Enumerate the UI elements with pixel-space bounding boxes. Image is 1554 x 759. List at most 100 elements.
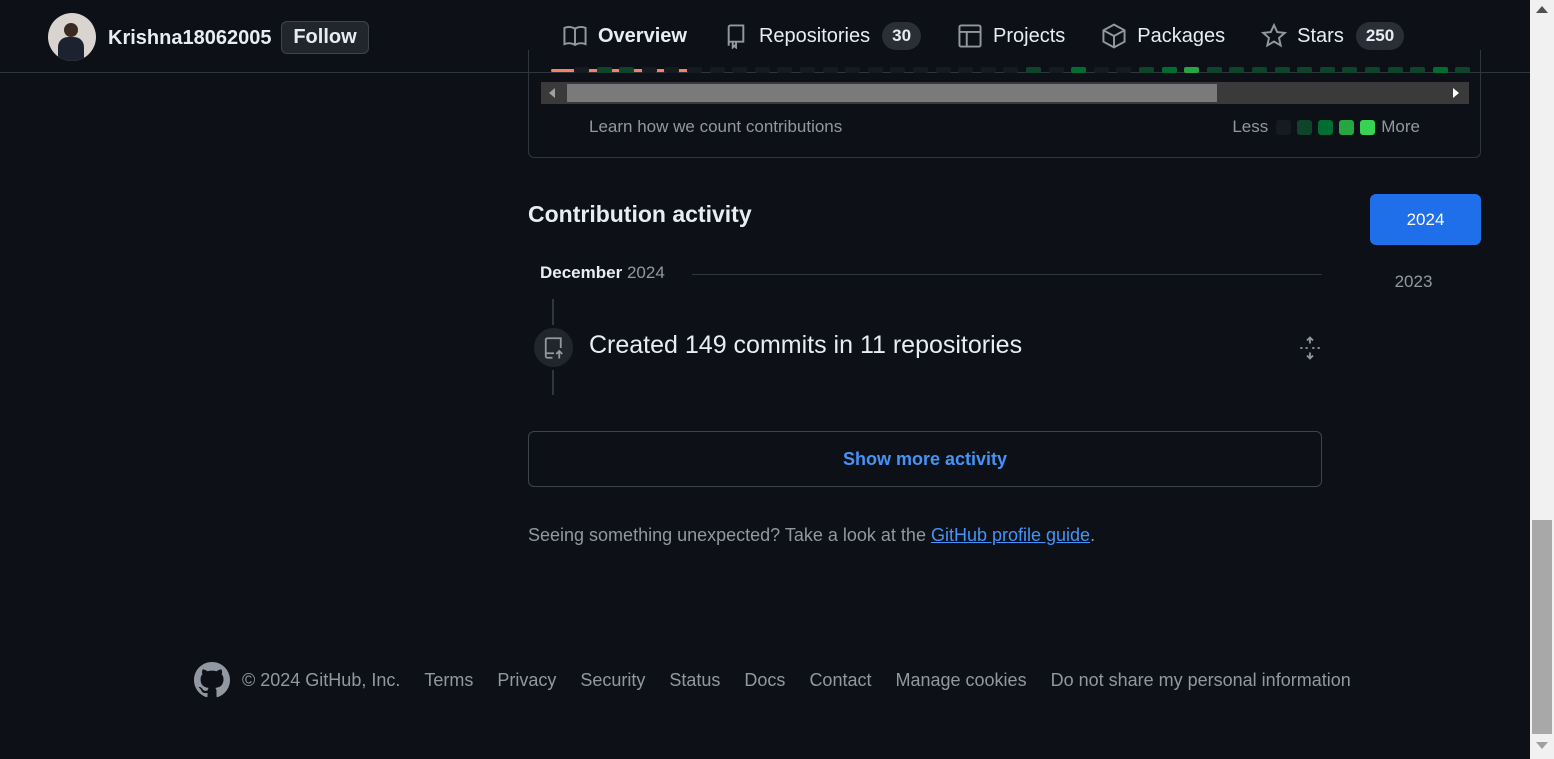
legend-level-3 (1339, 119, 1355, 135)
calendar-cell[interactable] (913, 67, 928, 73)
footer-link-manage-cookies[interactable]: Manage cookies (895, 670, 1026, 691)
calendar-cell[interactable] (1093, 67, 1109, 73)
legend-level-0 (1276, 119, 1292, 135)
page-footer: © 2024 GitHub, Inc. Terms Privacy Securi… (194, 662, 1351, 698)
calendar-cell[interactable] (732, 67, 748, 73)
footer-link-docs[interactable]: Docs (744, 670, 785, 691)
tab-packages-label: Packages (1137, 24, 1226, 47)
calendar-cell[interactable] (980, 67, 996, 73)
month-divider (692, 274, 1322, 275)
calendar-cell[interactable] (935, 67, 951, 73)
month-year: 2024 (626, 263, 665, 282)
calendar-cell[interactable] (1116, 67, 1132, 73)
tab-repositories-label: Repositories (758, 24, 871, 47)
learn-contributions-link[interactable]: Learn how we count contributions (589, 117, 842, 137)
footer-link-terms[interactable]: Terms (424, 670, 473, 691)
footer-copyright: © 2024 GitHub, Inc. (242, 669, 401, 690)
footer-link-do-not-share[interactable]: Do not share my personal information (1051, 670, 1351, 691)
show-more-activity-button[interactable]: Show more activity (528, 431, 1322, 487)
unexpected-suffix: . (1090, 525, 1096, 545)
calendar-cell[interactable] (1071, 67, 1087, 73)
calendar-horizontal-scrollbar[interactable] (541, 82, 1469, 104)
scroll-up-icon[interactable] (1536, 6, 1548, 13)
repo-push-icon (544, 336, 563, 359)
calendar-cell[interactable] (1206, 67, 1222, 73)
profile-guide-link[interactable]: GitHub profile guide (931, 525, 1090, 545)
calendar-cell[interactable] (1342, 67, 1358, 73)
calendar-cell[interactable] (1229, 67, 1245, 73)
scroll-left-icon[interactable] (549, 88, 555, 98)
tab-projects-label: Projects (993, 24, 1066, 47)
calendar-cell[interactable] (1319, 67, 1335, 73)
stars-count-badge: 250 (1355, 22, 1405, 50)
calendar-cell[interactable] (574, 67, 589, 73)
calendar-cell[interactable] (822, 67, 838, 73)
footer-link-status[interactable]: Status (669, 670, 720, 691)
calendar-cell[interactable] (890, 67, 906, 73)
calendar-cell[interactable] (1387, 67, 1403, 73)
avatar[interactable] (48, 13, 96, 61)
calendar-cell[interactable] (1184, 67, 1200, 73)
calendar-cell[interactable] (1048, 67, 1064, 73)
scroll-right-icon[interactable] (1453, 88, 1459, 98)
commit-summary[interactable]: Created 149 commits in 11 repositories (589, 331, 1022, 360)
calendar-cell[interactable] (1455, 67, 1471, 73)
activity-month-header: December 2024 (540, 263, 1322, 285)
page-vertical-scrollbar[interactable] (1530, 0, 1554, 759)
calendar-cell[interactable] (1365, 67, 1380, 73)
scrollbar-thumb[interactable] (567, 84, 1217, 102)
legend-less-label: Less (1232, 117, 1269, 136)
timeline-line-bottom (552, 370, 554, 395)
commit-badge (532, 326, 575, 369)
footer-link-privacy[interactable]: Privacy (497, 670, 556, 691)
calendar-cell[interactable] (709, 67, 725, 73)
footer-link-contact[interactable]: Contact (809, 670, 871, 691)
calendar-cell[interactable] (1252, 67, 1267, 73)
calendar-cell[interactable] (1432, 67, 1448, 73)
calendar-cell[interactable] (687, 67, 702, 73)
calendar-cell[interactable] (1139, 67, 1154, 73)
follow-button[interactable]: Follow (281, 21, 369, 54)
table-icon (958, 24, 982, 48)
calendar-cell[interactable] (619, 67, 635, 73)
legend-level-1 (1297, 119, 1313, 135)
calendar-cell[interactable] (777, 67, 793, 73)
month-label: December 2024 (540, 263, 665, 283)
github-logo-icon[interactable] (194, 662, 230, 698)
calendar-cell[interactable] (1003, 67, 1019, 73)
calendar-cell[interactable] (1274, 67, 1290, 73)
calendar-cell[interactable] (867, 67, 883, 73)
book-icon (563, 25, 587, 47)
unexpected-note: Seeing something unexpected? Take a look… (528, 525, 1095, 546)
footer-link-security[interactable]: Security (580, 670, 645, 691)
legend-level-4 (1360, 119, 1376, 135)
repositories-count-badge: 30 (882, 22, 922, 50)
scroll-down-icon[interactable] (1536, 742, 1548, 749)
calendar-cell[interactable] (664, 67, 680, 73)
year-2024-button[interactable]: 2024 (1370, 194, 1481, 245)
tab-overview-label: Overview (598, 24, 687, 47)
unexpected-text: Seeing something unexpected? Take a look… (528, 525, 926, 545)
timeline-line-top (552, 299, 554, 325)
calendar-cell[interactable] (1410, 67, 1426, 73)
calendar-cell[interactable] (641, 67, 657, 73)
calendar-cell[interactable] (845, 67, 861, 73)
calendar-cell[interactable] (1161, 67, 1177, 73)
contribution-calendar: Learn how we count contributions Less Mo… (528, 50, 1481, 158)
year-2023-link[interactable]: 2023 (1370, 272, 1457, 292)
star-icon (1261, 23, 1288, 48)
calendar-cell[interactable] (754, 67, 770, 73)
calendar-cell[interactable] (958, 67, 974, 73)
package-icon (1102, 23, 1126, 49)
calendar-grid-peek (529, 50, 1480, 73)
page-scrollbar-thumb[interactable] (1532, 520, 1552, 734)
calendar-cell[interactable] (1026, 67, 1041, 73)
tab-stars-label: Stars (1297, 24, 1344, 47)
contribution-activity-heading: Contribution activity (528, 201, 752, 227)
calendar-legend: Less More (1232, 117, 1420, 137)
calendar-cell[interactable] (800, 67, 815, 73)
calendar-cell[interactable] (1297, 67, 1313, 73)
unfold-icon[interactable] (1298, 336, 1322, 360)
profile-username: Krishna18062005 (108, 27, 272, 49)
calendar-cell[interactable] (596, 67, 612, 73)
